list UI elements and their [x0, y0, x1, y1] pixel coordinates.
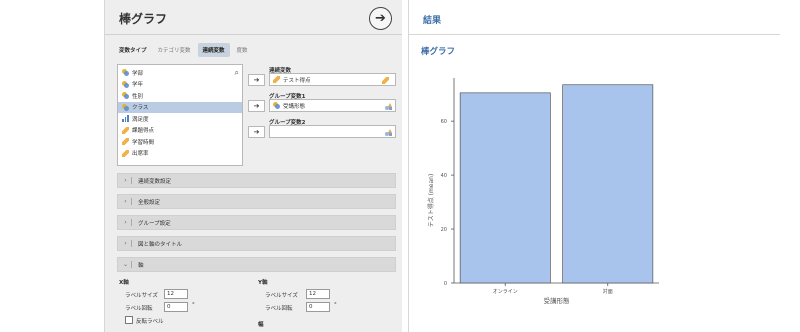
variable-label: クラス: [132, 105, 149, 112]
invert-label-checkbox[interactable]: [125, 316, 133, 324]
continuous-type-icon: [382, 77, 389, 84]
section-label: グループ設定: [138, 220, 171, 227]
tab-continuous[interactable]: 連続変数: [197, 43, 230, 57]
options-title: 棒グラフ: [119, 12, 168, 26]
bar-chart: 0 20 40 60 オンライン 対面受講形態 テスト得点 (mean): [427, 78, 659, 305]
move-to-continuous-button[interactable]: ➔: [248, 74, 265, 86]
y-label-rotation-input[interactable]: 0: [306, 302, 330, 312]
continuous-target-value: テスト得点: [283, 77, 311, 84]
tab-frequency[interactable]: 度数: [232, 43, 253, 57]
x-label-size-input[interactable]: 12: [164, 289, 188, 299]
y-label-rotation-label: ラベル回転: [265, 306, 293, 312]
invert-label-text: 反転ラベル: [136, 319, 164, 325]
section-group-settings[interactable]: › グループ設定: [117, 215, 396, 230]
y-axis-heading: Y軸: [258, 280, 268, 286]
variable-type-label: 変数タイプ: [119, 48, 147, 54]
variable-label: 課題得点: [132, 128, 155, 135]
nominal-icon: [273, 102, 280, 109]
continuous-icon: [122, 138, 129, 146]
section-titles[interactable]: › 図と軸のタイトル: [117, 236, 396, 251]
variable-label: 性別: [132, 93, 144, 100]
nominal-icon: [122, 103, 129, 111]
chevron-right-icon: ›: [120, 198, 132, 205]
variable-label: 出席率: [132, 151, 149, 158]
variable-list-item[interactable]: 学部: [118, 67, 242, 79]
shapes-icon: [385, 103, 392, 110]
y-label-size-input[interactable]: 12: [306, 289, 330, 299]
nominal-icon: [122, 80, 129, 88]
variable-label: 満足度: [132, 116, 149, 123]
results-panel: 結果 棒グラフ 0 20 40 60 オンライン 対面受講形態 テスト得点 (mean): [408, 0, 781, 332]
y-label-size-label: ラベルサイズ: [265, 293, 298, 299]
chevron-down-icon: ⌄: [120, 261, 132, 268]
x-label-size-label: ラベルサイズ: [125, 293, 158, 299]
section-continuous-settings[interactable]: › 連続変数設定: [117, 173, 396, 188]
x-tick-label: 対面: [603, 288, 613, 295]
section-axis[interactable]: ⌄ 軸: [117, 257, 396, 272]
section-general-settings[interactable]: › 全般設定: [117, 194, 396, 209]
move-to-group2-button[interactable]: ➔: [248, 126, 265, 138]
y-axis-title: テスト得点 (mean): [427, 174, 435, 228]
width-heading: 幅: [258, 322, 264, 328]
results-title: 結果: [423, 16, 442, 26]
options-panel: 棒グラフ ➔ 変数タイプ カテゴリ変数 連続変数 度数 ⌕ 学部 学年 性別 クラス満…: [104, 0, 403, 332]
bar: [562, 84, 654, 284]
app-window: 棒グラフ ➔ 変数タイプ カテゴリ変数 連続変数 度数 ⌕ 学部 学年 性別 クラス満…: [0, 0, 800, 332]
ordinal-icon: [122, 115, 130, 123]
options-divider: [105, 34, 403, 35]
section-label: 連続変数設定: [138, 178, 172, 185]
continuous-icon: [122, 126, 129, 134]
y-tick-label: 20: [441, 227, 447, 233]
right-gutter: [780, 0, 800, 332]
y-tick-label: 40: [441, 173, 447, 179]
bar: [459, 92, 551, 284]
x-axis-heading: X軸: [119, 280, 129, 286]
left-gutter: [0, 0, 104, 332]
results-divider: [409, 34, 781, 35]
move-to-group1-button[interactable]: ➔: [248, 100, 265, 112]
variable-type-row: 変数タイプ カテゴリ変数 連続変数 度数: [119, 43, 255, 57]
y-tick-label: 0: [444, 281, 447, 287]
group1-target-value: 受講形態: [283, 103, 306, 110]
group1-target-box[interactable]: 受講形態: [269, 99, 396, 112]
variable-list-item[interactable]: 学習時間: [118, 136, 242, 148]
variable-list-item[interactable]: 出席率: [118, 148, 242, 160]
ruler-icon: [273, 76, 280, 83]
variable-label: 学習時間: [132, 139, 155, 146]
variable-list-item[interactable]: 性別: [118, 90, 242, 102]
chevron-right-icon: ›: [120, 219, 132, 226]
chevron-right-icon: ›: [120, 240, 132, 247]
variable-list[interactable]: ⌕ 学部 学年 性別 クラス 満足度 課題得点 学習時間 出席率: [117, 64, 243, 166]
variable-list-item[interactable]: 学年: [118, 79, 242, 91]
tab-categorical[interactable]: カテゴリ変数: [153, 43, 196, 57]
x-label-rotation-input[interactable]: 0: [164, 302, 188, 312]
variable-label: 学年: [132, 82, 144, 89]
y-tick-label: 60: [441, 119, 447, 125]
x-label-rotation-label: ラベル回転: [125, 306, 153, 312]
shapes-icon: [385, 129, 392, 136]
variable-list-item[interactable]: 課題得点: [118, 125, 242, 137]
continuous-target-box[interactable]: テスト得点: [269, 73, 396, 86]
x-tick-label: オンライン: [493, 289, 518, 295]
section-label: 図と軸のタイトル: [138, 241, 183, 248]
nominal-icon: [122, 92, 129, 100]
chart-heading: 棒グラフ: [421, 47, 456, 57]
degree-sign: °: [334, 302, 337, 308]
variable-label: 学部: [132, 70, 144, 77]
variable-list-item[interactable]: クラス: [118, 101, 242, 113]
chevron-right-icon: ›: [120, 177, 132, 184]
group2-target-box[interactable]: [269, 125, 396, 138]
arrow-right-circle-icon[interactable]: ➔: [369, 7, 392, 30]
section-label: 全般設定: [138, 199, 161, 206]
continuous-icon: [122, 149, 129, 157]
x-axis-title: 受講形態: [544, 296, 571, 305]
degree-sign: °: [192, 302, 195, 308]
nominal-icon: [122, 69, 129, 77]
variable-list-item[interactable]: 満足度: [118, 113, 242, 125]
section-label: 軸: [138, 262, 144, 269]
